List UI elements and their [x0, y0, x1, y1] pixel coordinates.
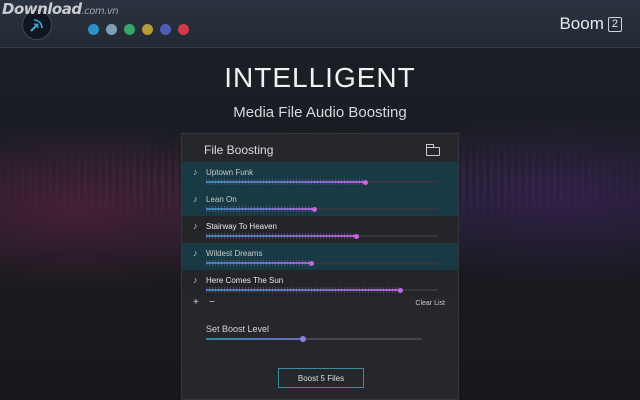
boost-level-slider[interactable] — [206, 336, 422, 342]
file-row[interactable]: ♪ Lean On — [182, 189, 458, 216]
track-level-handle[interactable] — [312, 207, 317, 212]
track-waveform — [206, 233, 356, 239]
boost-files-button[interactable]: Boost 5 Files — [278, 368, 364, 388]
track-level-handle[interactable] — [398, 288, 403, 293]
hero-subtitle: Media File Audio Boosting — [233, 104, 407, 121]
theme-color-dot[interactable] — [142, 24, 153, 35]
track-waveform — [206, 206, 314, 212]
folder-icon[interactable] — [426, 144, 440, 156]
theme-color-dot[interactable] — [106, 24, 117, 35]
app-brand: Boom 2 — [559, 14, 622, 34]
file-row[interactable]: ♪ Uptown Funk — [182, 162, 458, 189]
file-row[interactable]: ♪ Here Comes The Sun — [182, 270, 458, 297]
top-bar: Download.com.vn Boom 2 — [0, 0, 640, 48]
music-note-icon: ♪ — [193, 167, 198, 177]
music-note-icon: ♪ — [193, 221, 198, 231]
track-waveform — [206, 260, 311, 266]
brand-name: Boom — [559, 14, 604, 33]
theme-color-dot[interactable] — [124, 24, 135, 35]
track-name: Here Comes The Sun — [206, 276, 284, 285]
watermark: Download.com.vn — [2, 0, 119, 18]
panel-header: File Boosting — [182, 134, 458, 162]
file-row[interactable]: ♪ Stairway To Heaven — [182, 216, 458, 243]
track-level-handle[interactable] — [363, 180, 368, 185]
track-waveform — [206, 179, 365, 185]
track-name: Stairway To Heaven — [206, 222, 277, 231]
file-list: ♪ Uptown Funk ♪ Lean On ♪ Stairway To Heaven ♪… — [182, 162, 458, 297]
remove-file-button[interactable]: − — [209, 297, 215, 308]
theme-color-dot[interactable] — [88, 24, 99, 35]
version-badge: 2 — [607, 16, 622, 32]
file-boosting-panel: File Boosting ♪ Uptown Funk ♪ Lean On ♪ Stair… — [181, 133, 459, 400]
track-name: Wildest Dreams — [206, 249, 263, 258]
panel-title: File Boosting — [204, 143, 274, 157]
music-note-icon: ♪ — [193, 248, 198, 258]
theme-color-picker — [88, 24, 189, 35]
music-note-icon: ♪ — [193, 275, 198, 285]
theme-color-dot[interactable] — [178, 24, 189, 35]
theme-color-dot[interactable] — [160, 24, 171, 35]
track-level-handle[interactable] — [354, 234, 359, 239]
boost-level-label: Set Boost Level — [206, 324, 270, 334]
boost-level-fill — [206, 338, 303, 340]
track-name: Uptown Funk — [206, 168, 254, 177]
watermark-main: Download — [2, 0, 82, 18]
list-controls: + − Clear List — [182, 297, 458, 311]
hero-title: INTELLIGENT — [224, 62, 416, 93]
track-name: Lean On — [206, 195, 237, 204]
watermark-sub: .com.vn — [81, 6, 119, 17]
clear-list-button[interactable]: Clear List — [415, 300, 445, 307]
track-waveform — [206, 287, 400, 293]
add-file-button[interactable]: + — [193, 297, 199, 308]
track-level-handle[interactable] — [309, 261, 314, 266]
file-row[interactable]: ♪ Wildest Dreams — [182, 243, 458, 270]
music-note-icon: ♪ — [193, 194, 198, 204]
boost-level-handle[interactable] — [300, 336, 306, 342]
